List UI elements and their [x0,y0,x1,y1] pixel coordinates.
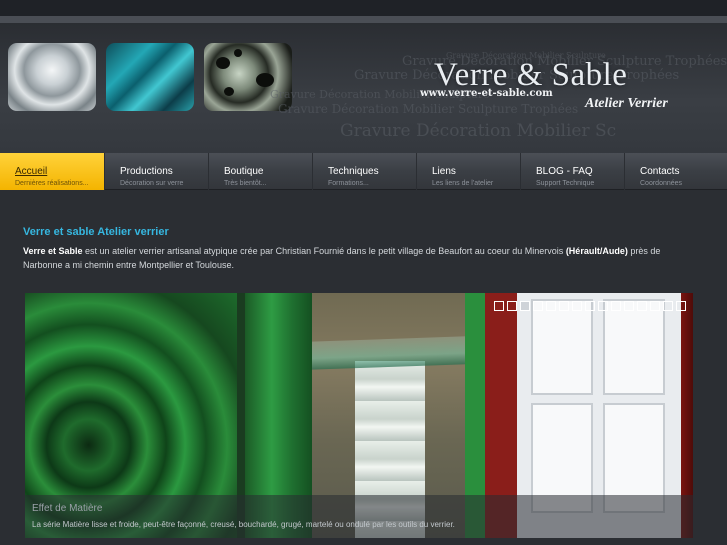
nav-item-productions[interactable]: Productions Décoration sur verre [104,153,208,190]
intro-text-1: est un atelier verrier artisanal atypiqu… [82,246,566,256]
intro-region: (Hérault/Aude) [565,246,628,256]
window-pane [603,299,665,395]
slideshow-dot[interactable] [559,301,569,311]
page-title: Verre et sable Atelier verrier [23,226,169,238]
slideshow-dot[interactable] [533,301,543,311]
nav-desc: Dernières réalisations... [15,180,89,187]
slideshow-dot[interactable] [507,301,517,311]
bg-word-line: Gravure Décoration Mobilier Sculpture Tr… [278,102,579,116]
slideshow-dot[interactable] [624,301,634,311]
bg-word-line: Gravure Décoration Mobilier Sc [340,121,617,141]
caption-title: Effet de Matière [32,503,103,514]
logo-subtitle: Atelier Verrier [585,96,668,111]
nav-desc: Les liens de l'atelier [432,180,494,187]
nav-label: Contacts [640,166,680,177]
nav-item-blog-faq[interactable]: BLOG - FAQ Support Technique [520,153,624,190]
nav-desc: Très bientôt... [224,180,267,187]
slideshow-dot[interactable] [676,301,686,311]
slideshow-dot[interactable] [494,301,504,311]
slideshow-dot[interactable] [520,301,530,311]
slideshow-dot[interactable] [598,301,608,311]
nav-item-accueil[interactable]: Accueil Dernières réalisations... [0,153,104,190]
nav-desc: Support Technique [536,180,595,187]
slideshow-dot[interactable] [585,301,595,311]
slideshow-dot[interactable] [611,301,621,311]
intro-brand: Verre et Sable [23,246,83,256]
site-header: Gravure Décoration Mobilier Sculpture Gr… [0,23,727,153]
nav-label: BLOG - FAQ [536,166,593,177]
nav-label: Accueil [15,166,48,177]
slideshow[interactable]: Effet de Matière La série Matière lisse … [25,293,693,538]
nav-label: Liens [432,166,456,177]
nav-item-contacts[interactable]: Contacts Coordonnées [624,153,727,190]
nav-label: Boutique [224,166,264,177]
slideshow-dot[interactable] [546,301,556,311]
intro-paragraph: Verre et Sable est un atelier verrier ar… [23,244,693,272]
nav-desc: Formations... [328,180,369,187]
window-pane [531,299,593,395]
nav-desc: Coordonnées [640,180,683,187]
logo-url: www.verre-et-sable.com [420,88,553,99]
nav-label: Techniques [328,166,379,177]
nav-item-liens[interactable]: Liens Les liens de l'atelier [416,153,520,190]
nav-item-boutique[interactable]: Boutique Très bientôt... [208,153,312,190]
nav-desc: Décoration sur verre [120,180,184,187]
slideshow-dot[interactable] [663,301,673,311]
nav-label: Productions [120,166,173,177]
top-divider [0,16,727,23]
nav-item-techniques[interactable]: Techniques Formations... [312,153,416,190]
caption-text: La série Matière lisse et froide, peut-ê… [32,520,455,529]
slideshow-dot[interactable] [650,301,660,311]
glass-thumbnail-2[interactable] [106,43,194,111]
glass-thumbnail-1[interactable] [8,43,96,111]
slideshow-dot[interactable] [572,301,582,311]
top-strip [0,0,727,16]
main-nav: Accueil Dernières réalisations... Produc… [0,153,727,190]
slide-caption: Effet de Matière La série Matière lisse … [25,495,693,538]
slideshow-dot[interactable] [637,301,647,311]
slideshow-pager [494,301,686,311]
